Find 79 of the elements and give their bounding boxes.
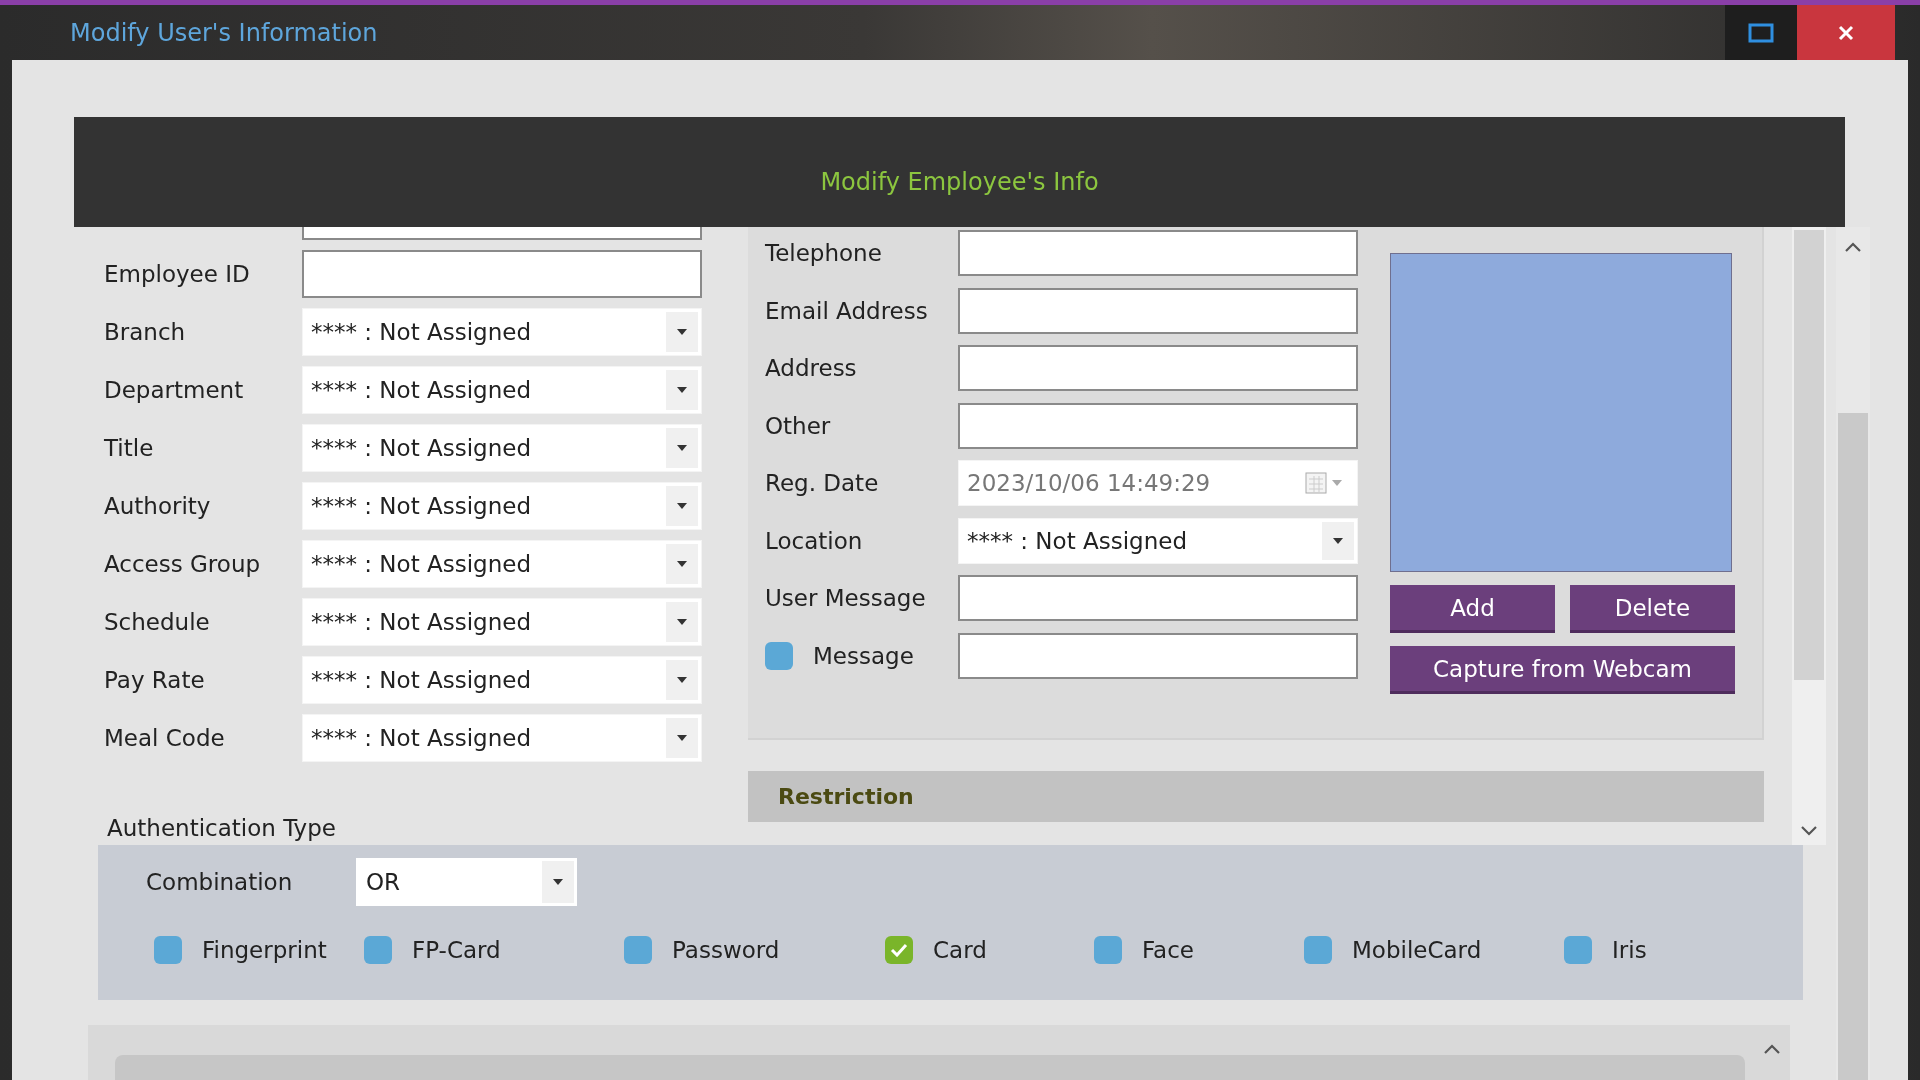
checkbox[interactable] (1304, 936, 1332, 964)
input-field[interactable] (958, 632, 1358, 679)
field-label: Other (765, 412, 832, 439)
input-field[interactable] (958, 402, 1358, 449)
checkbox-label: Card (933, 937, 987, 963)
section-title: Authentication Type (107, 815, 337, 841)
field-label: Message (813, 642, 915, 669)
field-label: Location (765, 527, 864, 554)
field-label: Email Address (765, 297, 929, 324)
dropdown[interactable]: **** : Not Assigned (302, 308, 702, 356)
scroll-up-icon[interactable] (1763, 1043, 1781, 1055)
input-field[interactable] (302, 250, 702, 298)
field-label: Title (104, 435, 155, 461)
caret-icon (676, 328, 688, 336)
checkbox-label: Password (672, 937, 780, 963)
scroll-up-icon[interactable] (1844, 241, 1862, 253)
checkbox[interactable] (1094, 936, 1122, 964)
field-label: Employee ID (104, 261, 251, 287)
field-label: Department (104, 377, 245, 403)
dropdown[interactable]: **** : Not Assigned (302, 366, 702, 414)
maximize-button[interactable] (1725, 5, 1797, 60)
calendar-icon[interactable] (1305, 471, 1345, 495)
checkbox-label: MobileCard (1352, 937, 1482, 963)
field-label: Branch (104, 319, 187, 345)
field-label: Reg. Date (765, 470, 880, 496)
caret-icon (1332, 536, 1344, 545)
date-field[interactable]: 2023/10/06 14:49:29 (958, 460, 1358, 506)
field-label: User Message (765, 585, 927, 611)
dropdown[interactable]: **** : Not Assigned (302, 714, 702, 762)
close-icon (1838, 24, 1854, 41)
photo-button[interactable]: Delete (1570, 585, 1735, 633)
caret-icon (676, 734, 688, 742)
checkbox[interactable] (885, 936, 913, 964)
checkbox[interactable] (624, 936, 652, 964)
dropdown[interactable]: **** : Not Assigned (302, 656, 702, 704)
field-label: Pay Rate (104, 667, 206, 693)
scroll-down-icon[interactable] (1800, 825, 1818, 837)
caret-icon (676, 444, 688, 452)
field-label: Access Group (104, 551, 262, 577)
scrollbar[interactable] (1836, 227, 1870, 1080)
check-icon (890, 943, 908, 957)
field-label: Telephone (765, 240, 883, 266)
checkbox[interactable] (1564, 936, 1592, 964)
header-title: Modify Employee's Info (820, 168, 1099, 196)
dropdown[interactable]: **** : Not Assigned (302, 540, 702, 588)
input-field[interactable] (958, 287, 1358, 334)
window-title: Modify User's Information (70, 18, 379, 47)
checkbox-label: Face (1142, 937, 1194, 963)
input-field[interactable] (958, 345, 1358, 391)
caret-icon (676, 618, 688, 626)
caret-icon (676, 560, 688, 568)
checkbox[interactable] (765, 641, 793, 670)
checkbox[interactable] (364, 936, 392, 964)
field-label: Schedule (104, 609, 211, 635)
checkbox[interactable] (154, 936, 182, 964)
input-field[interactable] (958, 575, 1358, 621)
input-field[interactable] (958, 230, 1358, 276)
dropdown[interactable]: **** : Not Assigned (302, 598, 702, 646)
scrollbar[interactable] (1792, 227, 1826, 845)
field-label: Address (765, 355, 858, 381)
section-bar[interactable]: Restriction (748, 771, 1764, 822)
photo-button[interactable]: Add (1390, 585, 1555, 633)
close-button[interactable] (1797, 5, 1895, 60)
dropdown[interactable]: **** : Not Assigned (302, 482, 702, 530)
capture-button[interactable]: Capture from Webcam (1390, 646, 1735, 694)
field-label: Combination (146, 869, 294, 895)
dropdown[interactable]: **** : Not Assigned (958, 517, 1358, 564)
caret-icon (676, 676, 688, 684)
caret-icon (552, 878, 564, 886)
checkbox-label: FP-Card (412, 937, 501, 963)
dropdown[interactable]: OR (356, 858, 577, 906)
dropdown[interactable]: **** : Not Assigned (302, 424, 702, 472)
checkbox-label: Iris (1612, 937, 1647, 963)
field-label: Authority (104, 493, 212, 519)
maximize-icon (1748, 21, 1774, 44)
caret-icon (676, 386, 688, 394)
checkbox-label: Fingerprint (202, 937, 327, 963)
caret-icon (676, 502, 688, 510)
field-label: Meal Code (104, 725, 226, 751)
